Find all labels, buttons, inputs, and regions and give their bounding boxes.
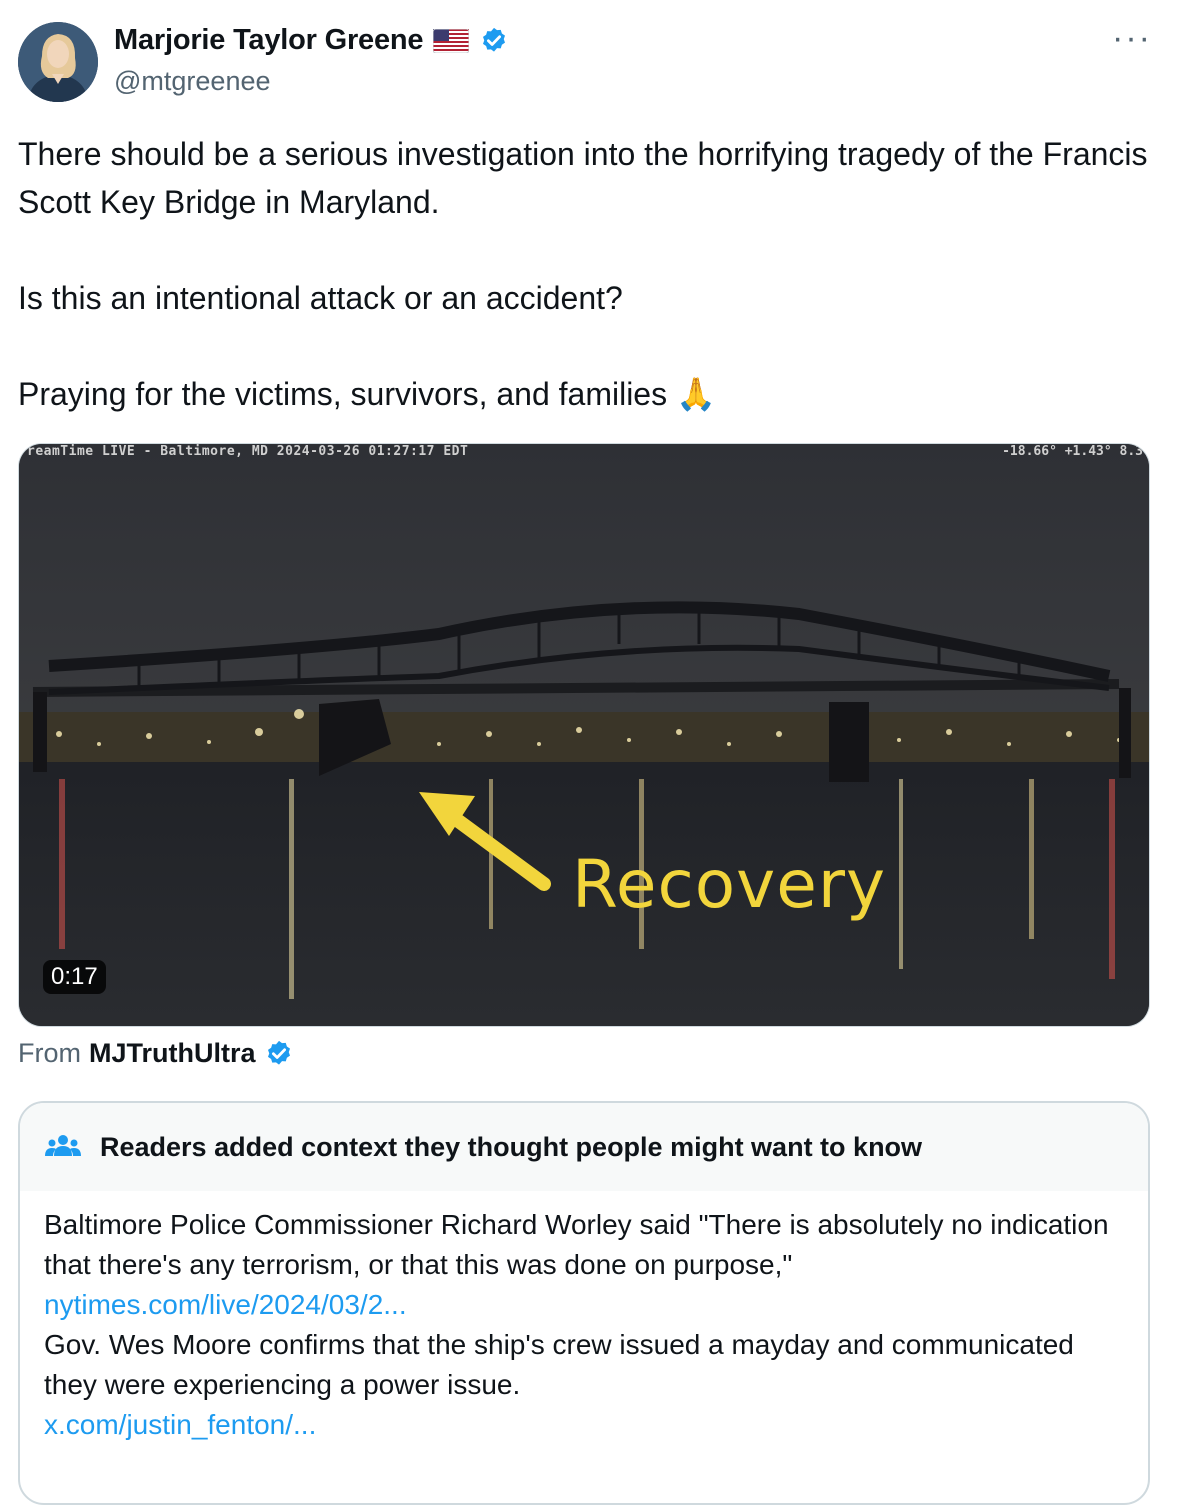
us-flag-icon — [433, 28, 470, 53]
verified-badge-icon — [267, 1040, 290, 1065]
video-overlay-timestamp: reamTime LIVE - Baltimore, MD 2024-03-26… — [27, 444, 469, 459]
from-label: From — [18, 1038, 81, 1068]
community-note-body: Baltimore Police Commissioner Richard Wo… — [20, 1191, 1148, 1445]
verified-badge-icon — [483, 27, 506, 52]
source-account-link[interactable]: MJTruthUltra — [89, 1038, 256, 1069]
author-name[interactable]: Marjorie Taylor Greene — [114, 24, 424, 57]
community-note-text-1: Baltimore Police Commissioner Richard Wo… — [44, 1209, 1109, 1280]
tweet-paragraph-2: Is this an intentional attack or an acci… — [18, 280, 623, 316]
tweet-paragraph-3: Praying for the victims, survivors, and … — [18, 376, 716, 412]
tweet-paragraph-1: There should be a serious investigation … — [18, 136, 1148, 220]
community-note-link-1[interactable]: nytimes.com/live/2024/03/2... — [44, 1285, 1124, 1325]
community-note: Readers added context they thought peopl… — [18, 1101, 1150, 1505]
tweet-text: There should be a serious investigation … — [18, 130, 1168, 418]
community-note-header[interactable]: Readers added context they thought peopl… — [20, 1103, 1148, 1191]
video-overlay-readout: -18.66° +1.43° 8.3 — [1002, 444, 1143, 459]
video-player[interactable]: reamTime LIVE - Baltimore, MD 2024-03-26… — [18, 443, 1150, 1027]
video-frame-bridge-image — [19, 444, 1149, 1026]
community-note-text-2: Gov. Wes Moore confirms that the ship's … — [44, 1329, 1074, 1400]
community-note-link-2[interactable]: x.com/justin_fenton/... — [44, 1405, 1124, 1445]
media-source-attribution: From MJTruthUltra — [18, 1038, 294, 1069]
community-note-title: Readers added context they thought peopl… — [100, 1131, 923, 1162]
video-caption-overlay: Recovery — [572, 846, 887, 923]
people-icon — [45, 1135, 81, 1156]
video-duration-badge: 0:17 — [43, 960, 106, 994]
author-row: Marjorie Taylor Greene — [114, 24, 509, 57]
more-options-button[interactable]: ··· — [1112, 21, 1152, 55]
avatar[interactable] — [18, 22, 98, 102]
author-handle[interactable]: @mtgreenee — [114, 66, 271, 97]
